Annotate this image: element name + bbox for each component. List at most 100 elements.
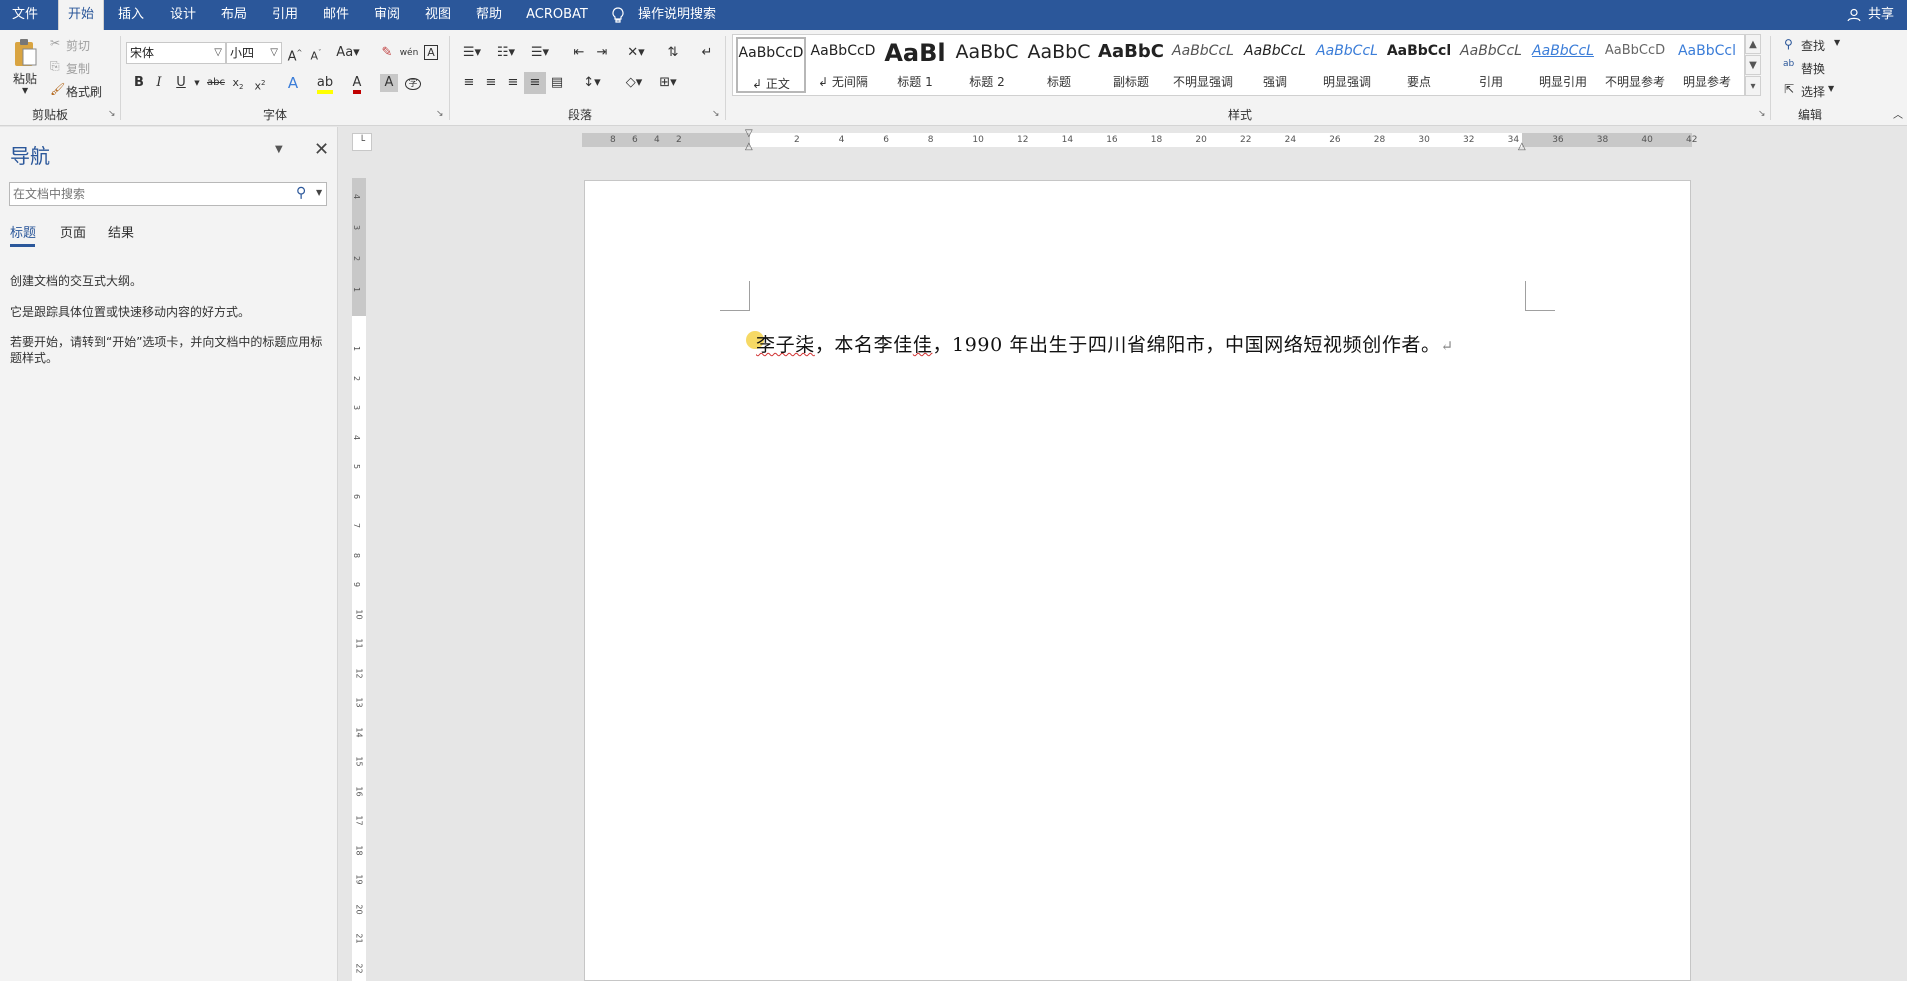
borders-icon[interactable]: ⊞▾ xyxy=(654,72,682,94)
hanging-indent-icon[interactable]: △ xyxy=(745,141,753,152)
nav-tab-headings[interactable]: 标题 xyxy=(10,222,36,241)
strikethrough-icon[interactable]: abc xyxy=(205,72,227,94)
clear-format-icon[interactable]: ✎ xyxy=(376,42,398,64)
line-spacing-icon[interactable]: ↕▾ xyxy=(578,72,606,94)
phonetic-guide-icon[interactable]: wén xyxy=(398,42,420,64)
chevron-down-icon[interactable]: ▼ xyxy=(316,188,322,197)
subscript-icon[interactable]: x2 xyxy=(227,72,249,94)
tab-mailings[interactable]: 邮件 xyxy=(318,0,354,30)
align-center-icon[interactable]: ≡ xyxy=(480,72,502,94)
collapse-ribbon-icon[interactable]: ︿ xyxy=(1893,106,1903,121)
style-title[interactable]: AaBbC 标题 xyxy=(1024,37,1094,93)
paste-button[interactable]: 粘贴 xyxy=(13,70,37,87)
tab-review[interactable]: 审阅 xyxy=(369,0,405,30)
chevron-down-icon[interactable]: ▼ xyxy=(1828,84,1834,93)
find-button[interactable]: 查找 xyxy=(1801,37,1825,54)
distributed-icon[interactable]: ▤ xyxy=(546,72,568,94)
document-page[interactable] xyxy=(584,180,1691,981)
grow-font-icon[interactable]: A^ xyxy=(284,42,306,64)
char-border-icon[interactable]: A xyxy=(420,42,442,64)
text-effects-icon[interactable]: A xyxy=(282,72,304,94)
tab-layout[interactable]: 布局 xyxy=(216,0,252,30)
cut-button[interactable]: 剪切 xyxy=(66,37,90,54)
gallery-scroll-down-icon[interactable]: ▼ xyxy=(1745,55,1761,75)
style-subtle-reference[interactable]: AaBbCcD 不明显参考 xyxy=(1600,37,1670,93)
nav-tab-pages[interactable]: 页面 xyxy=(60,222,86,241)
font-color-icon[interactable]: A xyxy=(346,72,368,94)
tab-design[interactable]: 设计 xyxy=(165,0,201,30)
font-name-combo[interactable]: 宋体 ▽ xyxy=(126,42,226,64)
gallery-scroll-up-icon[interactable]: ▲ xyxy=(1745,34,1761,54)
style-quote[interactable]: AaBbCcL 引用 xyxy=(1456,37,1526,93)
right-indent-icon[interactable]: △ xyxy=(1518,141,1526,152)
clipboard-launcher-icon[interactable]: ↘ xyxy=(108,110,118,120)
tell-me-search[interactable]: 操作说明搜索 xyxy=(638,0,718,30)
numbering-icon[interactable]: ☷▾ xyxy=(492,42,520,64)
ruler-tick-label: 2 xyxy=(352,375,362,381)
paste-icon[interactable] xyxy=(12,38,37,66)
style-subtitle[interactable]: AaBbC 副标题 xyxy=(1096,37,1166,93)
paste-dropdown-icon[interactable]: ▼ xyxy=(22,86,28,95)
highlight-icon[interactable]: ab xyxy=(314,72,336,94)
enclose-char-icon[interactable]: 字 xyxy=(402,72,424,94)
shading-icon[interactable]: ◇▾ xyxy=(620,72,648,94)
style-heading-1[interactable]: AaBl 标题 1 xyxy=(880,37,950,93)
close-icon[interactable]: ✕ xyxy=(314,139,329,160)
replace-button[interactable]: 替换 xyxy=(1801,60,1825,77)
horizontal-ruler[interactable]: 8 6 4 2 2 4 6 8 10 12 14 16 18 20 22 24 26 28 30 32 34 36 38 40… xyxy=(582,128,1697,152)
font-launcher-icon[interactable]: ↘ xyxy=(436,110,446,120)
ruler-tick-label: 1 xyxy=(352,345,362,352)
multilevel-list-icon[interactable]: ☰▾ xyxy=(526,42,554,64)
search-icon[interactable]: ⚲ xyxy=(296,185,306,201)
tab-references[interactable]: 引用 xyxy=(267,0,303,30)
first-line-indent-icon[interactable]: ▽ xyxy=(745,128,753,139)
style-emphasis[interactable]: AaBbCcL 强调 xyxy=(1240,37,1310,93)
show-marks-icon[interactable]: ↵ xyxy=(696,42,718,64)
select-button[interactable]: 选择 xyxy=(1801,83,1825,100)
char-shading-icon[interactable]: A xyxy=(380,74,398,92)
font-size-combo[interactable]: 小四 ▽ xyxy=(226,42,282,64)
tab-selector[interactable]: └ xyxy=(352,133,372,151)
tab-view[interactable]: 视图 xyxy=(420,0,456,30)
align-right-icon[interactable]: ≡ xyxy=(502,72,524,94)
decrease-indent-icon[interactable]: ⇤ xyxy=(568,42,590,64)
style-intense-reference[interactable]: AaBbCcl 明显参考 xyxy=(1672,37,1742,93)
tab-file[interactable]: 文件 xyxy=(8,0,42,30)
copy-button[interactable]: 复制 xyxy=(66,60,90,77)
superscript-icon[interactable]: x2 xyxy=(249,72,271,94)
tab-insert[interactable]: 插入 xyxy=(113,0,149,30)
style-strong[interactable]: AaBbCcl 要点 xyxy=(1384,37,1454,93)
document-paragraph[interactable]: 李子柒，本名李佳佳，1990 年出生于四川省绵阳市，中国网络短视频创作者。↵ xyxy=(756,330,1454,357)
styles-launcher-icon[interactable]: ↘ xyxy=(1758,110,1768,120)
nav-options-icon[interactable]: ▼ xyxy=(275,144,283,155)
style-no-spacing[interactable]: AaBbCcD ↲ 无间隔 xyxy=(808,37,878,93)
nav-search-input[interactable] xyxy=(13,185,283,203)
style-intense-quote[interactable]: AaBbCcL 明显引用 xyxy=(1528,37,1598,93)
ruler-tick-label: 16 xyxy=(354,785,364,797)
increase-indent-icon[interactable]: ⇥ xyxy=(591,42,613,64)
style-heading-2[interactable]: AaBbC 标题 2 xyxy=(952,37,1022,93)
sort-icon[interactable]: ⇅ xyxy=(662,42,684,64)
gallery-more-icon[interactable]: ▾ xyxy=(1745,76,1761,96)
align-left-icon[interactable]: ≡ xyxy=(458,72,480,94)
tab-help[interactable]: 帮助 xyxy=(471,0,507,30)
tab-acrobat[interactable]: ACROBAT xyxy=(524,0,590,30)
paragraph-launcher-icon[interactable]: ↘ xyxy=(712,110,722,120)
style-subtle-emphasis[interactable]: AaBbCcL 不明显强调 xyxy=(1168,37,1238,93)
italic-icon[interactable]: I xyxy=(148,72,170,94)
asian-layout-icon[interactable]: ✕▾ xyxy=(622,42,650,64)
ruler-tick-label: 19 xyxy=(354,874,364,885)
tab-home[interactable]: 开始 xyxy=(58,0,104,30)
nav-tab-results[interactable]: 结果 xyxy=(108,222,134,241)
change-case-icon[interactable]: Aa▾ xyxy=(334,42,362,64)
style-intense-emphasis[interactable]: AaBbCcL 明显强调 xyxy=(1312,37,1382,93)
justify-icon[interactable]: ≡ xyxy=(524,72,546,94)
format-painter-button[interactable]: 格式刷 xyxy=(66,83,102,100)
chevron-down-icon[interactable]: ▼ xyxy=(1834,38,1840,47)
bullets-icon[interactable]: ☰▾ xyxy=(458,42,486,64)
share-button[interactable]: 共享 xyxy=(1864,0,1898,30)
style-normal[interactable]: AaBbCcD ↲ 正文 xyxy=(736,37,806,93)
vertical-ruler[interactable]: 4321123456789101112131415161718192021222… xyxy=(352,178,366,981)
shrink-font-icon[interactable]: Aˇ xyxy=(305,42,327,64)
bold-icon[interactable]: B xyxy=(128,72,150,94)
